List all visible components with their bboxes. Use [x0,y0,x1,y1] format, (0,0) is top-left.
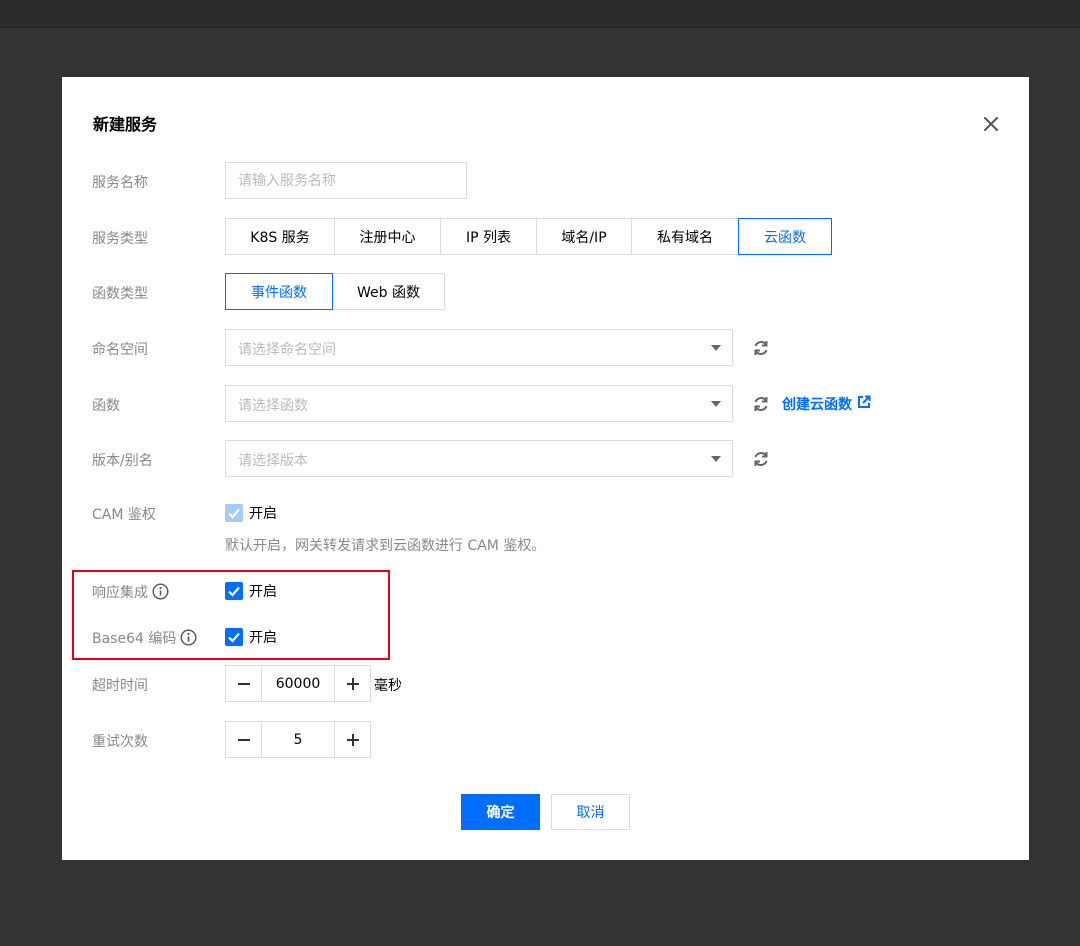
label-cam-auth: CAM 鉴权 [92,507,156,523]
label-service-type: 服务类型 [92,231,148,247]
label-function: 函数 [92,398,120,414]
function-type-option-event[interactable]: 事件函数 [225,273,333,310]
background-top-bar [0,0,1080,28]
check-icon [225,582,243,600]
function-placeholder: 请选择函数 [238,398,308,414]
close-icon[interactable] [980,113,1002,135]
function-type-option-web[interactable]: Web 函数 [332,273,445,310]
service-type-option-registry[interactable]: 注册中心 [334,218,441,255]
create-function-link[interactable]: 创建云函数 [782,394,871,414]
cam-auth-checkbox[interactable]: 开启 [225,503,277,523]
plus-icon[interactable] [334,721,371,758]
service-type-option-ip-list[interactable]: IP 列表 [440,218,537,255]
label-retries: 重试次数 [92,734,148,750]
function-type-segmented: 事件函数 Web 函数 [225,273,445,310]
response-integration-checkbox-label: 开启 [249,584,277,600]
label-base64-text: Base64 编码 [92,631,177,647]
label-function-type: 函数类型 [92,286,148,302]
version-select[interactable]: 请选择版本 [225,440,733,477]
base64-checkbox-label: 开启 [249,630,277,646]
confirm-button[interactable]: 确定 [461,794,540,830]
version-placeholder: 请选择版本 [238,453,308,469]
chevron-down-icon [711,456,721,462]
timeout-unit: 毫秒 [374,678,402,694]
cam-auth-checkbox-label: 开启 [249,506,277,522]
service-type-segmented: K8S 服务 注册中心 IP 列表 域名/IP 私有域名 云函数 [225,218,832,255]
function-select[interactable]: 请选择函数 [225,385,733,422]
dialog-title: 新建服务 [93,115,158,134]
label-namespace: 命名空间 [92,342,148,358]
create-function-link-label: 创建云函数 [782,397,852,413]
refresh-icon[interactable] [751,449,771,469]
minus-icon[interactable] [225,665,262,702]
chevron-down-icon [711,401,721,407]
label-base64: Base64 编码 [92,628,197,650]
service-type-option-k8s[interactable]: K8S 服务 [225,218,335,255]
chevron-down-icon [711,345,721,351]
base64-checkbox[interactable]: 开启 [225,627,277,647]
label-service-name: 服务名称 [92,175,148,191]
cam-auth-hint: 默认开启，网关转发请求到云函数进行 CAM 鉴权。 [225,538,546,554]
minus-icon[interactable] [225,721,262,758]
service-type-option-domain-ip[interactable]: 域名/IP [536,218,632,255]
label-response-integration: 响应集成 [92,582,169,604]
external-link-icon [857,395,871,413]
timeout-value[interactable]: 60000 [262,665,334,702]
check-icon [225,628,243,646]
retries-stepper: 5 [225,721,371,758]
label-version: 版本/别名 [92,453,153,469]
new-service-dialog: 新建服务 服务名称 服务类型 K8S 服务 注册中心 IP 列表 域名/IP 私… [62,77,1029,860]
refresh-icon[interactable] [751,338,771,358]
retries-value[interactable]: 5 [262,721,334,758]
response-integration-checkbox[interactable]: 开启 [225,581,277,601]
namespace-select[interactable]: 请选择命名空间 [225,329,733,366]
namespace-placeholder: 请选择命名空间 [238,342,336,358]
label-timeout: 超时时间 [92,678,148,694]
service-type-option-scf[interactable]: 云函数 [738,218,832,255]
timeout-stepper: 60000 [225,665,371,702]
refresh-icon[interactable] [751,394,771,414]
plus-icon[interactable] [334,665,371,702]
label-response-integration-text: 响应集成 [92,585,148,601]
cancel-button[interactable]: 取消 [551,794,630,830]
service-type-option-private-domain[interactable]: 私有域名 [631,218,739,255]
info-icon[interactable] [180,629,197,650]
info-icon[interactable] [152,583,169,604]
check-icon [225,504,243,522]
service-name-input[interactable] [225,162,467,199]
